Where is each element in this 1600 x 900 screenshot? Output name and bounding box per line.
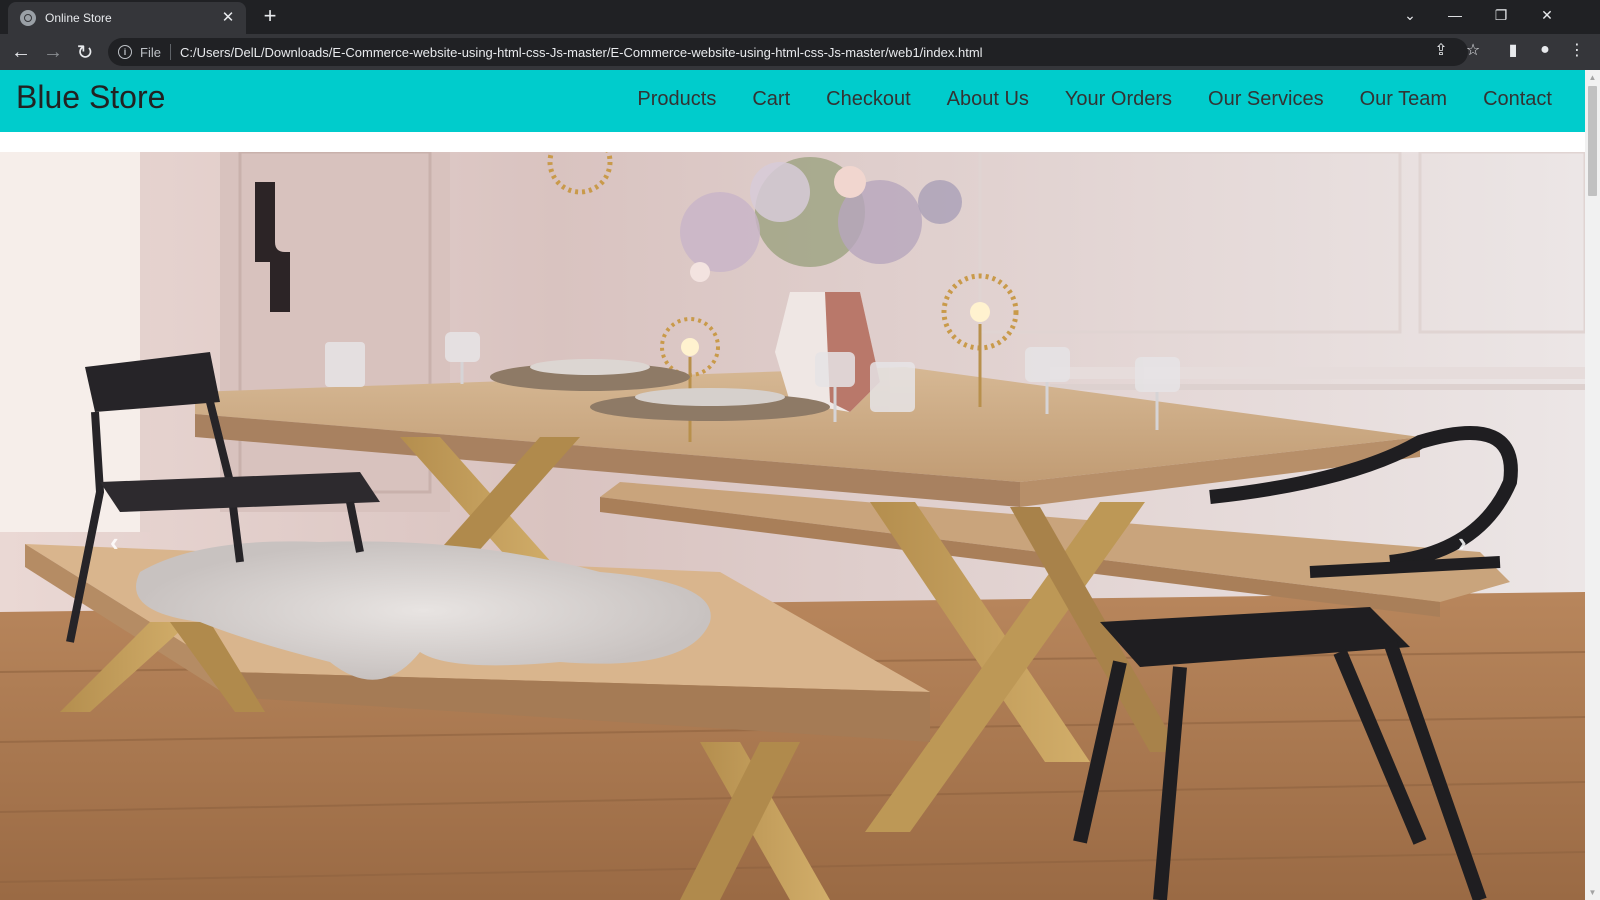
menu-item-our-team[interactable]: Our Team bbox=[1360, 88, 1447, 111]
forward-button[interactable]: → bbox=[39, 38, 67, 66]
globe-icon bbox=[20, 10, 36, 26]
menu-item-contact[interactable]: Contact bbox=[1483, 88, 1552, 111]
carousel-next-button[interactable]: › bbox=[1458, 527, 1467, 558]
tab-search-icon[interactable]: ⌄ bbox=[1387, 0, 1433, 30]
address-divider bbox=[169, 44, 171, 60]
tab-title: Online Store bbox=[45, 11, 112, 25]
main-menu: Products Cart Checkout About Us Your Ord… bbox=[637, 88, 1552, 111]
restore-button[interactable]: ❐ bbox=[1478, 0, 1524, 30]
address-bar[interactable]: i File C:/Users/DelL/Downloads/E-Commerc… bbox=[108, 38, 1468, 66]
menu-item-checkout[interactable]: Checkout bbox=[826, 88, 911, 111]
site-navbar: Blue Store Products Cart Checkout About … bbox=[0, 70, 1585, 132]
page-scrollbar[interactable]: ▲ ▼ bbox=[1585, 70, 1600, 900]
hero-carousel[interactable]: ‹ › bbox=[0, 152, 1585, 900]
menu-item-your-orders[interactable]: Your Orders bbox=[1065, 88, 1172, 111]
minimize-button[interactable]: — bbox=[1432, 0, 1478, 30]
brand-logo[interactable]: Blue Store bbox=[16, 79, 165, 116]
profile-icon[interactable]: ● bbox=[1535, 40, 1555, 60]
page-viewport: Blue Store Products Cart Checkout About … bbox=[0, 70, 1585, 900]
carousel-prev-button[interactable]: ‹ bbox=[110, 527, 119, 558]
scroll-down-arrow-icon[interactable]: ▼ bbox=[1585, 885, 1600, 900]
new-tab-button[interactable]: + bbox=[258, 5, 282, 29]
reload-button[interactable]: ↻ bbox=[71, 38, 99, 66]
browser-menu-icon[interactable]: ⋮ bbox=[1567, 40, 1587, 60]
site-info-icon[interactable]: i bbox=[118, 45, 132, 59]
browser-tab[interactable]: Online Store ✕ bbox=[8, 2, 246, 34]
address-url[interactable]: C:/Users/DelL/Downloads/E-Commerce-websi… bbox=[180, 45, 983, 60]
bookmark-star-icon[interactable]: ☆ bbox=[1463, 40, 1483, 60]
menu-item-products[interactable]: Products bbox=[637, 88, 716, 111]
scroll-up-arrow-icon[interactable]: ▲ bbox=[1585, 70, 1600, 85]
menu-item-our-services[interactable]: Our Services bbox=[1208, 88, 1324, 111]
back-button[interactable]: ← bbox=[7, 38, 35, 66]
address-scheme-label: File bbox=[140, 44, 161, 60]
close-window-button[interactable]: ✕ bbox=[1524, 0, 1570, 30]
side-panel-icon[interactable]: ▮ bbox=[1503, 40, 1523, 60]
scrollbar-thumb[interactable] bbox=[1588, 86, 1597, 196]
menu-item-cart[interactable]: Cart bbox=[752, 88, 790, 111]
share-icon[interactable]: ⇪ bbox=[1431, 40, 1451, 60]
menu-item-about-us[interactable]: About Us bbox=[947, 88, 1029, 111]
browser-tab-strip: Online Store ✕ + ⌄ — ❐ ✕ bbox=[0, 0, 1600, 34]
browser-toolbar: ← → ↻ i File C:/Users/DelL/Downloads/E-C… bbox=[0, 34, 1600, 70]
hero-image-dining-room bbox=[0, 152, 1585, 900]
tab-close-icon[interactable]: ✕ bbox=[220, 10, 236, 26]
